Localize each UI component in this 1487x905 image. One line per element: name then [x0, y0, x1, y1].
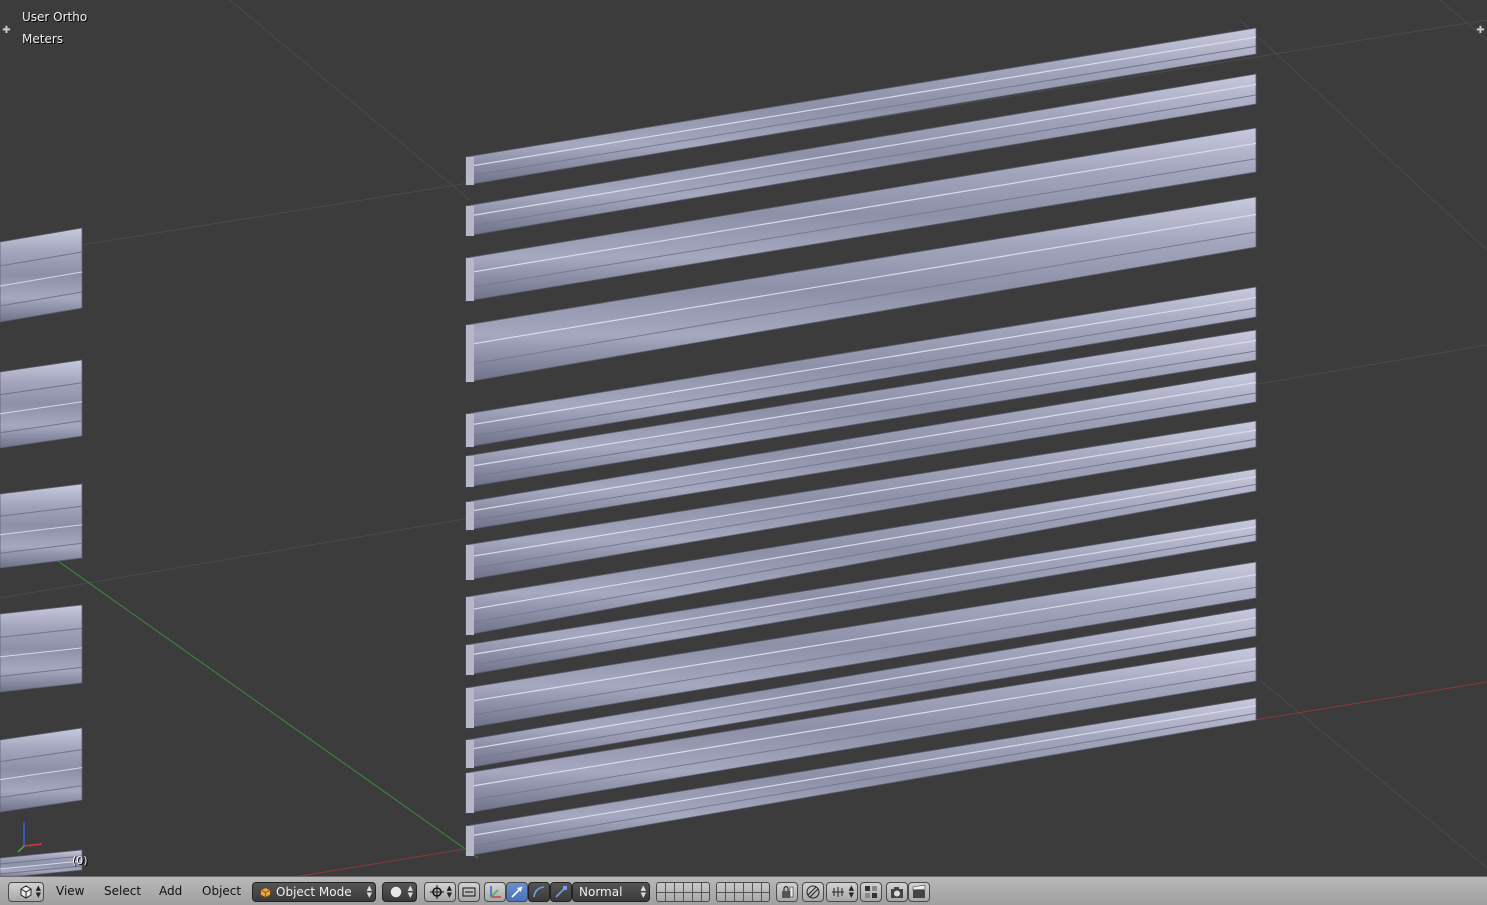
- left-moulding-mesh-1: [0, 227, 83, 323]
- translate-manipulator-button[interactable]: [484, 882, 506, 902]
- pivot-point-selector[interactable]: ▲ ▼: [424, 882, 456, 902]
- transform-orientation-label: Normal: [579, 885, 623, 899]
- scale-button[interactable]: [550, 882, 572, 902]
- snap-increment-icon: [832, 887, 844, 897]
- layers-grid-2[interactable]: [716, 882, 770, 902]
- units-label: Meters: [22, 32, 64, 46]
- solid-sphere-icon: [390, 886, 402, 898]
- axis-gizmo-icon: [17, 822, 43, 853]
- frame-number: (0): [72, 854, 88, 867]
- translate-axes-icon: [490, 886, 501, 898]
- viewport-shading-selector[interactable]: ▲ ▼: [382, 882, 417, 902]
- moulding-meshes: [465, 27, 1257, 857]
- left-moulding-meshes: [0, 227, 83, 876]
- manipulator-icon: [462, 887, 476, 897]
- left-moulding-mesh-4: [0, 604, 83, 693]
- object-cube-icon: [260, 886, 271, 898]
- mode-label: Object Mode: [276, 885, 352, 899]
- transform-orientation-selector[interactable]: Normal ▲ ▼: [572, 882, 650, 902]
- mode-selector[interactable]: Object Mode ▲ ▼: [252, 882, 376, 902]
- proportional-edit-button[interactable]: [802, 882, 824, 902]
- snap-target-button[interactable]: [860, 882, 882, 902]
- region-expand-right-icon[interactable]: ✚: [1476, 26, 1485, 36]
- snap-element-selector[interactable]: ▲ ▼: [826, 882, 858, 902]
- camera-render-icon: [891, 887, 903, 898]
- lock-layers-button[interactable]: [776, 882, 798, 902]
- proportional-edit-icon: [806, 885, 820, 899]
- menu-object[interactable]: Object: [202, 884, 241, 898]
- left-moulding-mesh-5: [0, 727, 83, 813]
- menu-add[interactable]: Add: [159, 884, 182, 898]
- manipulator-toggle[interactable]: [458, 882, 480, 902]
- 3d-view-icon: [20, 885, 32, 899]
- 3d-viewport[interactable]: User Ortho Meters (0) ✚ ✚: [0, 0, 1487, 876]
- rotate-button[interactable]: [528, 882, 550, 902]
- opengl-render-image-button[interactable]: [886, 882, 908, 902]
- translate-button[interactable]: [506, 882, 528, 902]
- layer-lock-icon: [782, 886, 794, 898]
- opengl-render-animation-button[interactable]: [908, 882, 930, 902]
- menu-select[interactable]: Select: [104, 884, 141, 898]
- view-name-label: User Ortho: [22, 10, 88, 24]
- y-axis-line: [0, 519, 479, 859]
- editor-type-selector[interactable]: ▲ ▼: [8, 882, 44, 902]
- region-expand-left-icon[interactable]: ✚: [2, 26, 11, 36]
- arrow-icon: [511, 886, 523, 898]
- rotate-arc-icon: [533, 886, 545, 898]
- 3d-view-header: ▲ ▼ View Select Add Object Object Mode ▲ ▼…: [0, 876, 1487, 905]
- snap-grid-icon: [865, 886, 877, 898]
- scale-arrow-icon: [555, 886, 567, 898]
- layers-grid-1[interactable]: [656, 882, 710, 902]
- clapperboard-icon: [912, 884, 926, 898]
- scene-canvas[interactable]: [0, 0, 1487, 876]
- menu-view[interactable]: View: [56, 884, 84, 898]
- pivot-point-icon: [430, 885, 444, 899]
